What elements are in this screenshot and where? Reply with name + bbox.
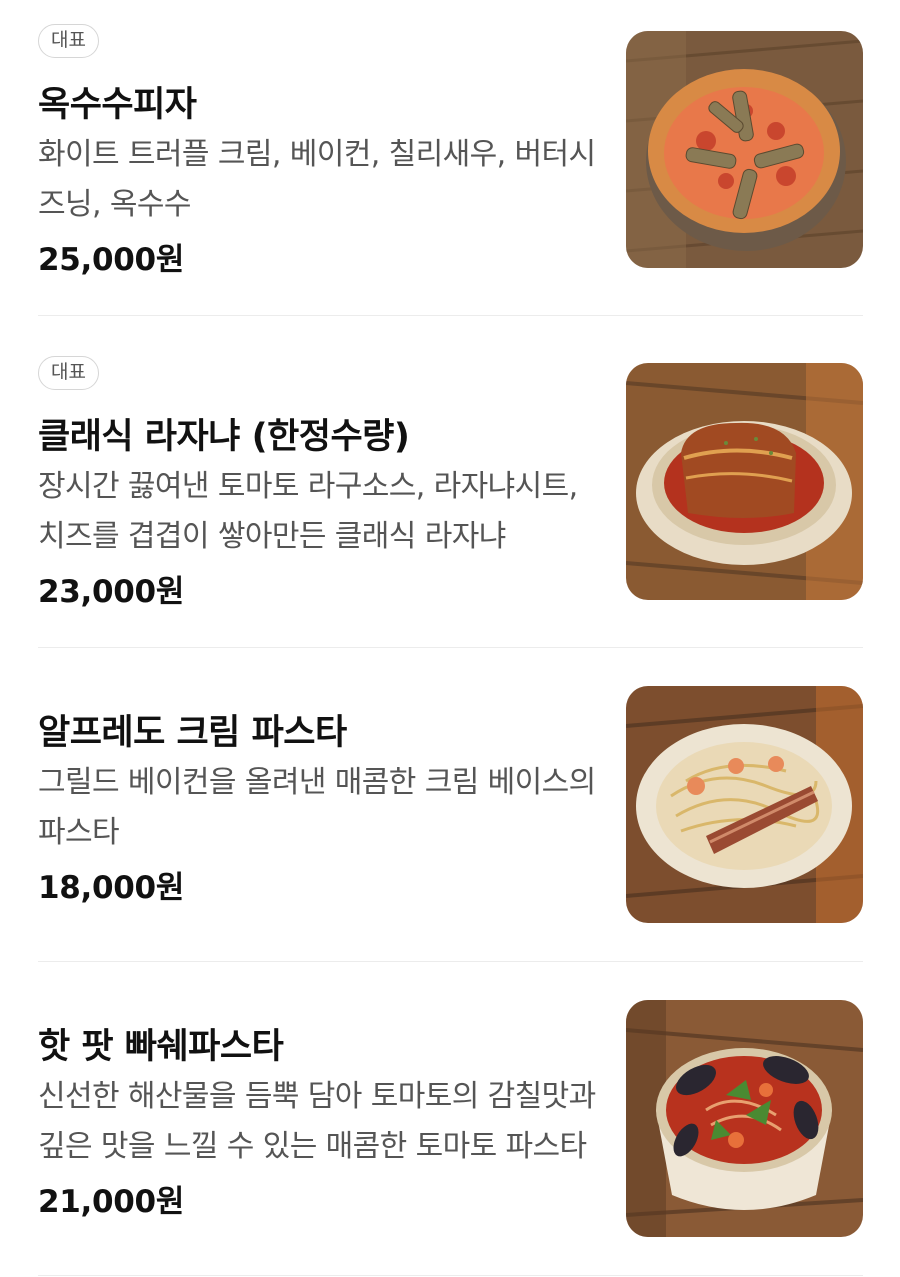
menu-item-text: 대표 옥수수피자 화이트 트러플 크림, 베이컨, 칠리새우, 버터시즈닝, 옥… [38, 24, 598, 284]
menu-item-price: 21,000원 [38, 1184, 185, 1220]
lasagna-photo[interactable] [626, 363, 863, 600]
alfredo-pasta-photo[interactable] [626, 686, 863, 923]
corn-pizza-photo[interactable] [626, 31, 863, 268]
menu-item-price: 25,000원 [38, 242, 185, 278]
menu-list: 대표 옥수수피자 화이트 트러플 크림, 베이컨, 칠리새우, 버터시즈닝, 옥… [0, 0, 900, 1277]
lasagna-image [626, 363, 863, 600]
menu-item-description: 그릴드 베이컨을 올려낸 매콤한 크림 베이스의 파스타 [38, 765, 596, 850]
corn-pizza-image [626, 31, 863, 268]
menu-item-hot-pot-pescatore[interactable]: 핫 팟 빠쉐파스타 신선한 해산물을 듬뿍 담아 토마토의 감칠맛과 깊은 맛을… [0, 962, 900, 1277]
menu-item-name: 알프레도 크림 파스타 [38, 713, 347, 753]
menu-item-alfredo-pasta[interactable]: 알프레도 크림 파스타 그릴드 베이컨을 올려낸 매콤한 크림 베이스의 파스타… [0, 648, 900, 961]
menu-item-name: 옥수수피자 [38, 85, 197, 125]
menu-item-price: 23,000원 [38, 574, 185, 610]
seafood-pasta-image [626, 1000, 863, 1237]
menu-item-name: 핫 팟 빠쉐파스타 [38, 1027, 284, 1067]
menu-item-corn-pizza[interactable]: 대표 옥수수피자 화이트 트러플 크림, 베이컨, 칠리새우, 버터시즈닝, 옥… [0, 0, 900, 316]
menu-item-classic-lasagna[interactable]: 대표 클래식 라자냐 (한정수량) 장시간 끓여낸 토마토 라구소스, 라자냐시… [0, 316, 900, 647]
menu-item-description: 화이트 트러플 크림, 베이컨, 칠리새우, 버터시즈닝, 옥수수 [38, 137, 596, 222]
menu-item-text: 핫 팟 빠쉐파스타 신선한 해산물을 듬뿍 담아 토마토의 감칠맛과 깊은 맛을… [38, 1018, 598, 1248]
menu-item-description: 장시간 끓여낸 토마토 라구소스, 라자냐시트, 치즈를 겹겹이 쌓아만든 클래… [38, 469, 578, 554]
menu-item-price: 18,000원 [38, 870, 185, 906]
menu-item-name: 클래식 라자냐 (한정수량) [38, 417, 410, 457]
signature-badge: 대표 [38, 24, 99, 58]
alfredo-pasta-image [626, 686, 863, 923]
menu-item-text: 알프레도 크림 파스타 그릴드 베이컨을 올려낸 매콤한 크림 베이스의 파스타… [38, 704, 598, 934]
signature-badge: 대표 [38, 356, 99, 390]
menu-item-description: 신선한 해산물을 듬뿍 담아 토마토의 감칠맛과 깊은 맛을 느낄 수 있는 매… [38, 1079, 596, 1164]
menu-item-text: 대표 클래식 라자냐 (한정수량) 장시간 끓여낸 토마토 라구소스, 라자냐시… [38, 356, 598, 626]
seafood-pasta-photo[interactable] [626, 1000, 863, 1237]
divider [38, 1275, 863, 1276]
